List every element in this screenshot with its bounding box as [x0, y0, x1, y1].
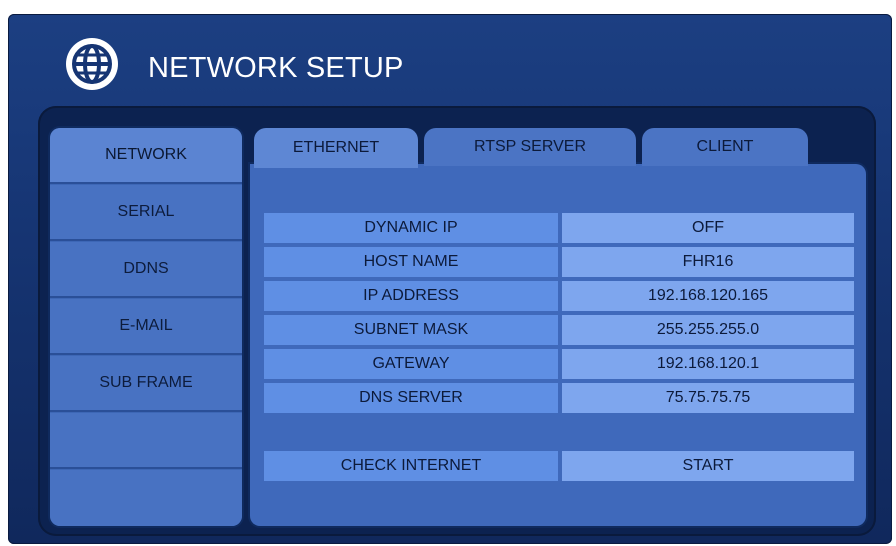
subnet-mask-value[interactable]: 255.255.255.0 — [562, 315, 854, 345]
check-internet-label: CHECK INTERNET — [264, 451, 558, 481]
globe-icon — [66, 38, 118, 90]
dns-server-value[interactable]: 75.75.75.75 — [562, 383, 854, 413]
sidebar-item-sub-frame[interactable]: SUB FRAME — [50, 356, 242, 412]
sidebar-item-empty-2[interactable] — [50, 470, 242, 526]
sidebar-item-email[interactable]: E-MAIL — [50, 299, 242, 355]
settings-row-subnet-mask: SUBNET MASK 255.255.255.0 — [264, 315, 854, 345]
host-name-label: HOST NAME — [264, 247, 558, 277]
tab-ethernet[interactable]: ETHERNET — [254, 128, 418, 168]
settings-row-dynamic-ip: DYNAMIC IP OFF — [264, 213, 854, 243]
gateway-value[interactable]: 192.168.120.1 — [562, 349, 854, 379]
dns-server-label: DNS SERVER — [264, 383, 558, 413]
ip-address-value[interactable]: 192.168.120.165 — [562, 281, 854, 311]
settings-row-check-internet: CHECK INTERNET START — [264, 451, 854, 481]
tab-rtsp-server[interactable]: RTSP SERVER — [424, 128, 636, 166]
sidebar-item-ddns[interactable]: DDNS — [50, 242, 242, 298]
subnet-mask-label: SUBNET MASK — [264, 315, 558, 345]
sidebar-item-empty-1[interactable] — [50, 413, 242, 469]
settings-row-dns-server: DNS SERVER 75.75.75.75 — [264, 383, 854, 413]
check-internet-start-button[interactable]: START — [562, 451, 854, 481]
sidebar: NETWORK SERIAL DDNS E-MAIL SUB FRAME — [50, 128, 242, 526]
sidebar-item-network[interactable]: NETWORK — [50, 128, 242, 184]
page-title: NETWORK SETUP — [148, 52, 404, 84]
gateway-label: GATEWAY — [264, 349, 558, 379]
settings-row-gateway: GATEWAY 192.168.120.1 — [264, 349, 854, 379]
ip-address-label: IP ADDRESS — [264, 281, 558, 311]
sidebar-item-serial[interactable]: SERIAL — [50, 185, 242, 241]
settings-row-ip-address: IP ADDRESS 192.168.120.165 — [264, 281, 854, 311]
settings-row-host-name: HOST NAME FHR16 — [264, 247, 854, 277]
tab-client[interactable]: CLIENT — [642, 128, 808, 166]
dynamic-ip-value[interactable]: OFF — [562, 213, 854, 243]
dynamic-ip-label: DYNAMIC IP — [264, 213, 558, 243]
host-name-value[interactable]: FHR16 — [562, 247, 854, 277]
